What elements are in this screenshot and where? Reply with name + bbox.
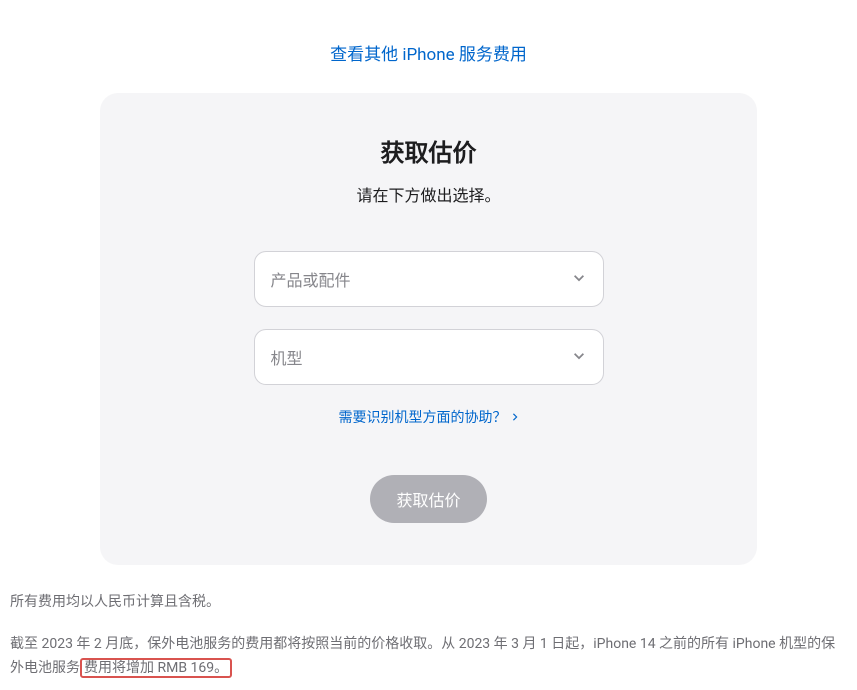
help-link-label: 需要识别机型方面的协助？ — [339, 407, 507, 427]
model-select-wrapper: 机型 — [254, 329, 604, 385]
price-increase-highlight: 费用将增加 RMB 169。 — [80, 658, 232, 678]
other-services-link[interactable]: 查看其他 iPhone 服务费用 — [10, 10, 847, 85]
footer-note-2: 截至 2023 年 2 月底，保外电池服务的费用都将按照当前的价格收取。从 20… — [10, 633, 847, 681]
estimate-card: 获取估价 请在下方做出选择。 产品或配件 机型 需要识别机型方面的协助？ — [100, 93, 757, 565]
get-estimate-button[interactable]: 获取估价 — [370, 475, 486, 523]
product-select[interactable]: 产品或配件 — [254, 251, 604, 307]
card-title: 获取估价 — [120, 133, 737, 168]
card-subtitle: 请在下方做出选择。 — [120, 182, 737, 206]
model-select[interactable]: 机型 — [254, 329, 604, 385]
chevron-right-icon — [511, 413, 519, 421]
product-select-wrapper: 产品或配件 — [254, 251, 604, 307]
footer-note-1: 所有费用均以人民币计算且含税。 — [10, 591, 847, 615]
identify-model-help-link[interactable]: 需要识别机型方面的协助？ — [339, 407, 519, 427]
